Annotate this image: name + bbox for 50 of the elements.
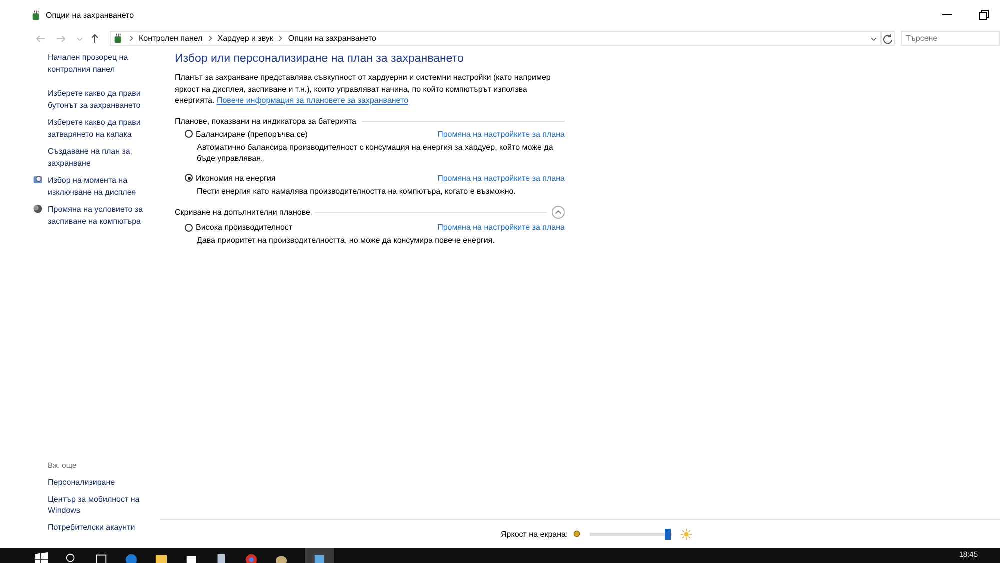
chevron-up-icon — [554, 208, 563, 217]
chevron-right-icon — [278, 35, 284, 42]
sidebar-link[interactable]: Изберете какво да прави затварянето на капака — [48, 117, 160, 140]
group-heading: Скриване на допълнителни планове — [175, 208, 310, 217]
radio-button[interactable] — [185, 224, 193, 232]
collapse-button[interactable] — [552, 206, 565, 219]
dim-sun-icon — [573, 530, 582, 538]
plan-name: Балансиране (препоръчва се) — [196, 130, 308, 138]
bright-sun-icon — [681, 528, 692, 540]
restore-icon[interactable] — [978, 10, 988, 20]
battery-plug-icon — [31, 10, 42, 20]
sidebar-link[interactable]: Промяна на условието за заспиване на компютъра — [48, 204, 160, 227]
breadcrumb[interactable]: Опции на захранването — [288, 34, 376, 43]
plan-description: Автоматично балансира производителност с консумация на енергия за хардуер, който може да бъде управляван. — [197, 142, 554, 164]
monitor-clock-icon — [33, 175, 43, 185]
search-field[interactable]: Търсене — [901, 31, 1000, 46]
address-bar[interactable]: Контролен панел Хардуер и звук Опции на захранването — [110, 31, 881, 46]
windows-logo-icon[interactable] — [35, 552, 48, 563]
page-heading: Избор или персонализиране на план за захранването — [175, 53, 465, 65]
group-heading: Планове, показвани на индикатора за батерията — [175, 116, 357, 126]
radio-button[interactable] — [185, 130, 193, 138]
breadcrumb[interactable]: Хардуер и звук — [218, 34, 274, 43]
sidebar-link[interactable]: Център за мобилност на Windows — [33, 494, 148, 516]
sidebar-link[interactable]: Персонализиране — [33, 477, 148, 488]
up-arrow-icon[interactable] — [90, 34, 100, 44]
document-icon[interactable] — [215, 552, 228, 563]
chevron-right-icon — [208, 35, 213, 42]
plan-name: Икономия на енергия — [196, 174, 276, 182]
plan-name: Висока производителност — [196, 223, 293, 232]
task-view-icon[interactable] — [95, 552, 108, 563]
intro-text: Планът за захранване представлява съвкупност от хардуерни и системни настройки (като например яркост на дисплея, заспиване и т.н.), които управляват начина, по който компютърът използва енергията. Повече информация за плановете за захранването — [175, 72, 552, 106]
more-info-link[interactable]: Повече информация за плановете за захранването — [216, 96, 409, 105]
sidebar-link[interactable]: Изберете какво да прави бутонът за захранването — [48, 88, 160, 111]
chevron-right-icon — [129, 35, 134, 42]
change-plan-settings-link[interactable]: Промяна на настройките за плана — [438, 174, 565, 182]
plan-description: Дава приоритет на производителността, но може да консумира повече енергия. — [197, 235, 496, 246]
radio-button[interactable] — [185, 174, 193, 182]
moon-icon — [33, 204, 43, 214]
change-plan-settings-link[interactable]: Промяна на настройките за плана — [438, 223, 565, 232]
sidebar-link[interactable]: Потребителски акаунти — [33, 522, 148, 533]
sidebar-link[interactable]: Начален прозорец на контролния панел — [48, 52, 160, 75]
breadcrumb[interactable]: Контролен панел — [139, 34, 203, 43]
sidebar-link[interactable]: Създаване на план за захранване — [48, 146, 160, 169]
window-title: Опции на захранването — [46, 10, 134, 20]
change-plan-settings-link[interactable]: Промяна на настройките за плана — [438, 130, 565, 138]
brightness-label: Яркост на екрана: — [501, 530, 568, 538]
plan-description: Пести енергия като намалява производителността на компютъра, когато е възможно. — [197, 186, 517, 197]
battery-plug-icon — [113, 33, 124, 44]
refresh-button[interactable] — [881, 31, 895, 46]
sidebar-link[interactable]: Избор на момента на изключване на дисплея — [48, 175, 160, 198]
